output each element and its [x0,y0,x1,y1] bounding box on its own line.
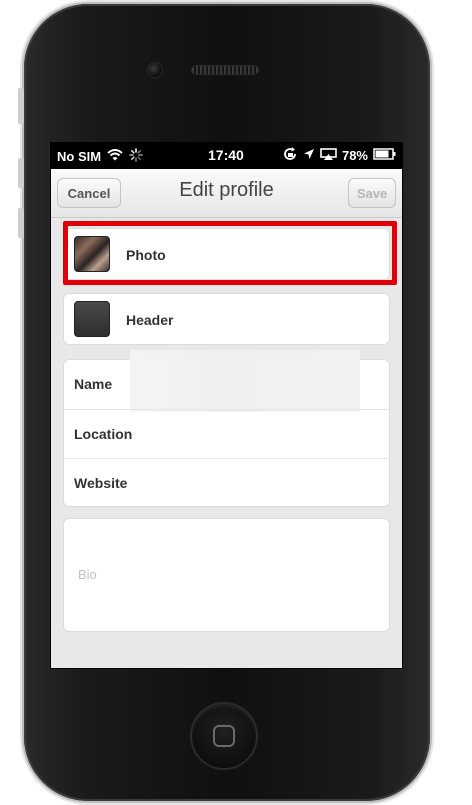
airplay-icon [320,147,337,164]
wifi-icon [107,149,123,164]
bio-textarea[interactable]: Bio [63,518,390,632]
location-label: Location [74,426,133,442]
edit-profile-form: Photo Header Name Location Website Bio [51,218,402,668]
bio-placeholder: Bio [78,567,97,582]
photo-row-highlight [63,221,397,285]
home-square-icon [213,725,235,747]
website-field-row[interactable]: Website [64,458,389,508]
front-camera [148,63,162,77]
earpiece-speaker [192,66,258,74]
header-label: Header [126,312,174,328]
carrier-text: No SIM [57,149,102,164]
battery-percent: 78% [341,148,368,163]
clock-time: 17:40 [208,147,244,163]
save-button[interactable]: Save [348,178,396,208]
navigation-bar: Cancel Edit profile Save [51,169,402,218]
status-bar: No SIM 17:40 78% [51,143,402,169]
location-arrow-icon [303,148,315,163]
name-field-row[interactable]: Name [64,350,389,412]
header-row[interactable]: Header [63,293,390,345]
redacted-name-value[interactable] [130,350,360,412]
battery-icon [373,148,397,163]
mute-switch [18,88,24,124]
name-label: Name [74,376,113,392]
loading-spinner-icon [129,148,143,165]
profile-fields-group: Name Location Website [63,350,390,508]
volume-down-button [18,208,24,238]
location-field-row[interactable]: Location [64,409,389,459]
volume-up-button [18,158,24,188]
rotation-lock-icon [283,147,298,164]
header-image-thumbnail [74,301,110,337]
page-title: Edit profile [179,179,274,201]
website-label: Website [74,475,128,491]
